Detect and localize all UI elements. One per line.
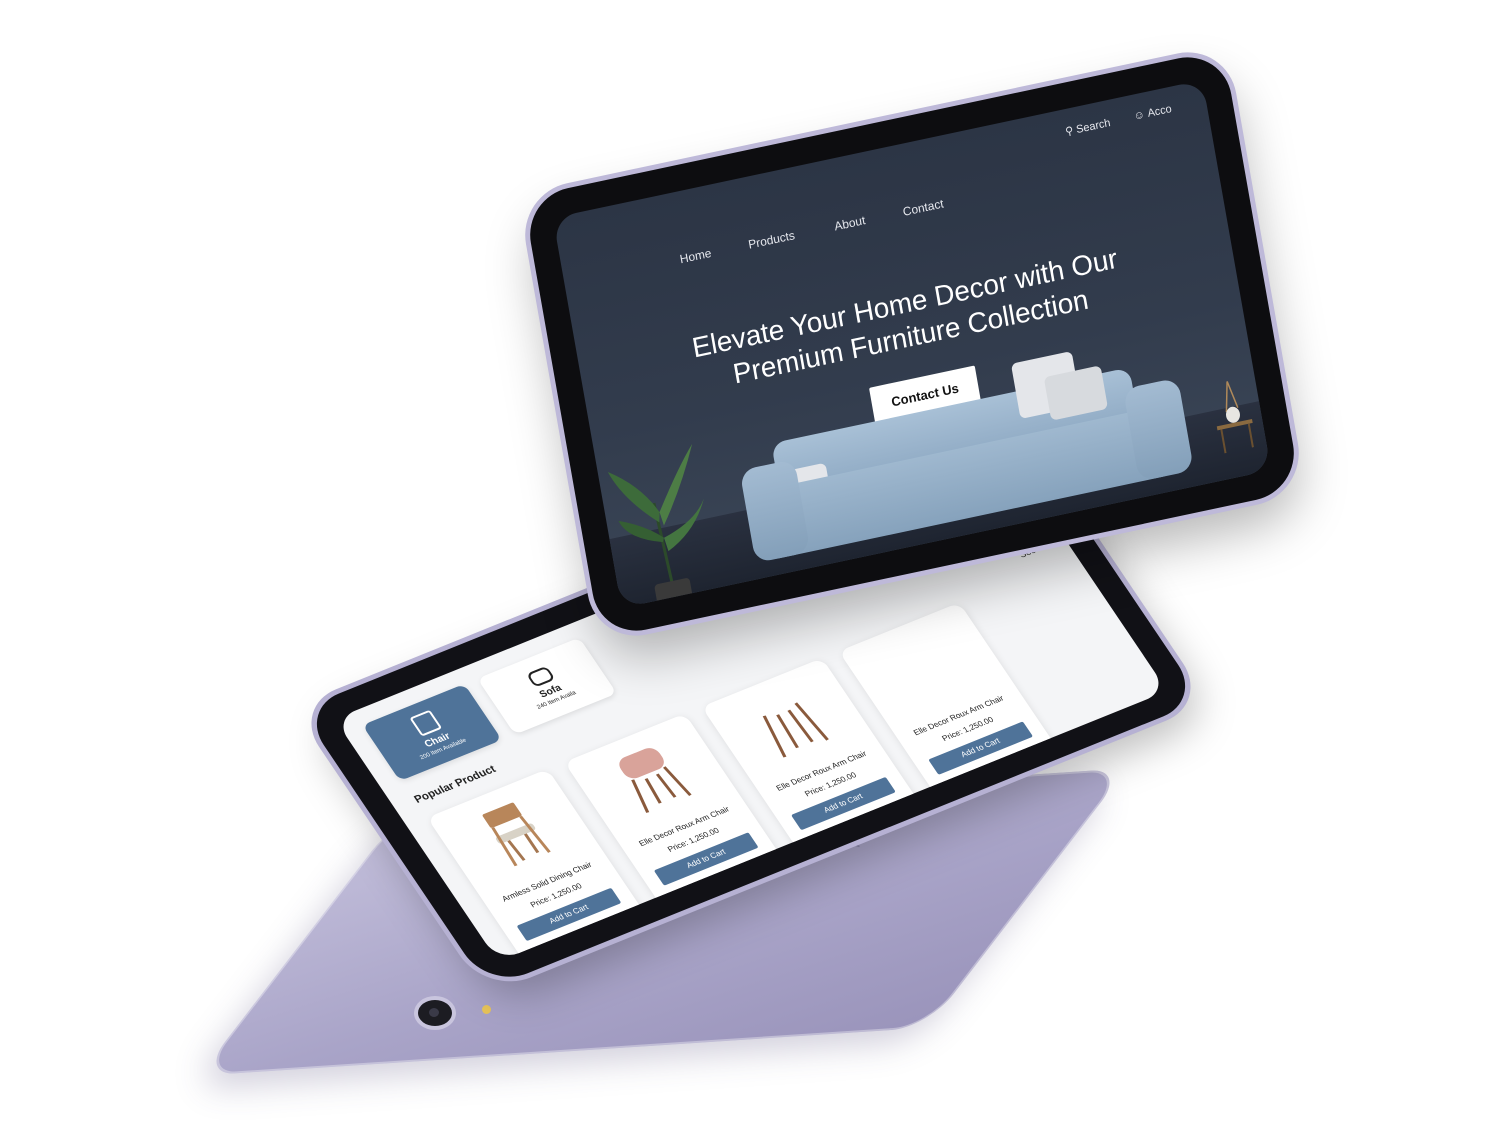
dining-chair-image: [482, 802, 551, 867]
hero-screen: Home Products About Contact ⚲ Search ☺ A…: [552, 79, 1272, 609]
search-link[interactable]: ⚲ Search: [1064, 116, 1112, 139]
add-to-cart-button[interactable]: Add to Cart: [516, 887, 622, 942]
nav-home[interactable]: Home: [679, 246, 713, 266]
rear-camera-icon: [418, 1000, 452, 1026]
ipad-hero-device: Home Products About Contact ⚲ Search ☺ A…: [522, 48, 1302, 640]
chair-icon: [409, 709, 443, 737]
nav-about[interactable]: About: [833, 213, 866, 233]
arm-chair-image: [762, 702, 829, 758]
arm-chair-image: [619, 748, 692, 813]
flash-icon: [482, 1005, 491, 1014]
add-to-cart-button[interactable]: Add to Cart: [790, 776, 896, 831]
nav-products[interactable]: Products: [747, 228, 796, 252]
search-icon: ⚲: [1064, 124, 1075, 139]
search-label: Search: [1075, 116, 1112, 136]
add-to-cart-button[interactable]: Add to Cart: [653, 832, 759, 886]
account-icon: ☺: [1132, 108, 1146, 123]
nav-contact[interactable]: Contact: [902, 197, 945, 219]
account-label: Acco: [1146, 102, 1173, 120]
add-to-cart-button[interactable]: Add to Cart: [928, 721, 1034, 775]
category-card-sofa[interactable]: Sofa 240 Item Availa: [477, 637, 617, 735]
account-link[interactable]: ☺ Acco: [1133, 103, 1173, 123]
